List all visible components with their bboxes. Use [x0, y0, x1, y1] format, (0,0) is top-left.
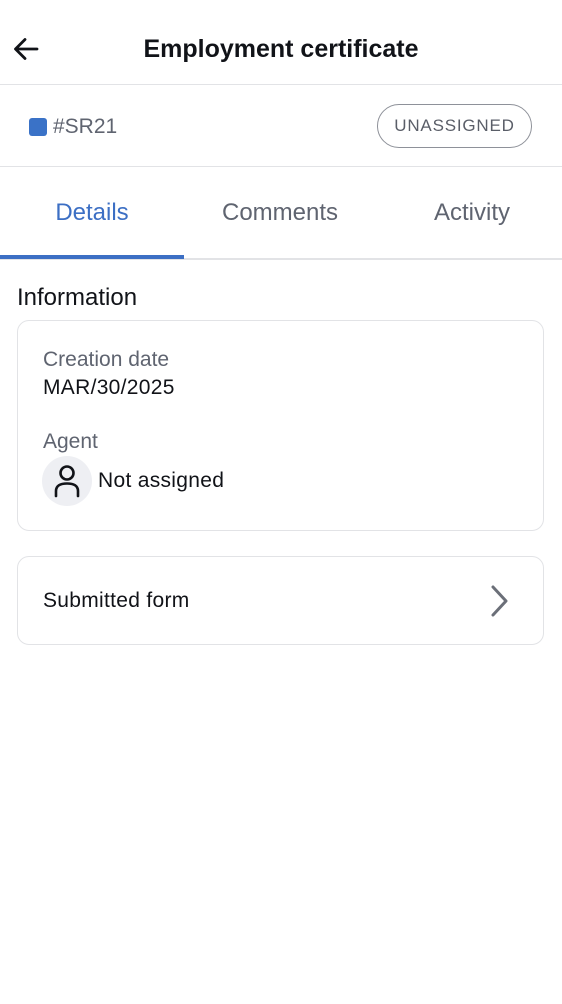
agent-label: Agent [43, 430, 98, 453]
app-header: Employment certificate [0, 0, 562, 85]
avatar [42, 456, 92, 506]
active-tab-indicator [0, 255, 184, 259]
submitted-form-label: Submitted form [43, 589, 190, 612]
agent-value: Not assigned [98, 469, 225, 492]
section-title-information: Information [17, 284, 138, 311]
chevron-right-icon [484, 582, 514, 620]
creation-date-label: Creation date [43, 348, 170, 371]
tab-bar: Details Comments Activity [0, 167, 562, 260]
tab-activity[interactable]: Activity [380, 167, 562, 258]
status-badge: UNASSIGNED [377, 104, 532, 148]
person-icon [54, 465, 80, 498]
page-title: Employment certificate [143, 35, 419, 63]
tab-details[interactable]: Details [0, 167, 184, 258]
ticket-color-swatch [29, 118, 47, 136]
creation-date-value: MAR/30/2025 [43, 376, 175, 399]
ticket-id: #SR21 [53, 115, 118, 138]
tab-comments[interactable]: Comments [188, 167, 372, 258]
